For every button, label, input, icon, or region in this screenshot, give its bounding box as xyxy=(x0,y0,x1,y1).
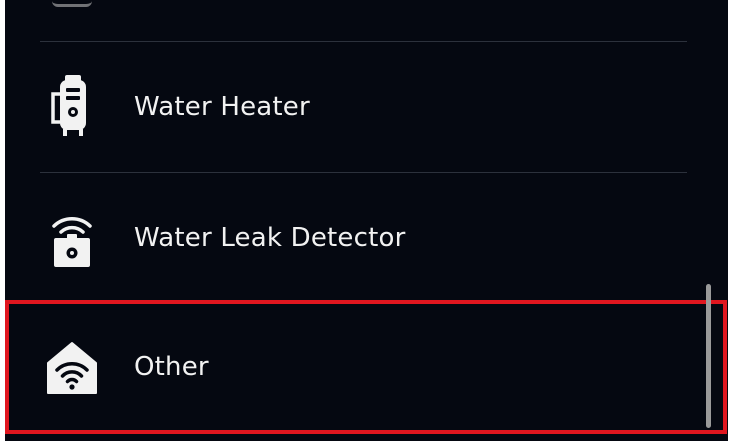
list-item-label: Water Heater xyxy=(134,92,310,122)
water-leak-detector-icon xyxy=(42,203,102,273)
list-item-water-leak-detector[interactable]: Water Leak Detector xyxy=(5,173,705,303)
partial-icon xyxy=(52,0,92,7)
list-item-water-heater[interactable]: Water Heater xyxy=(5,42,705,172)
list-item-label: Other xyxy=(134,352,209,382)
list-item-other[interactable]: Other xyxy=(5,300,727,434)
previous-item-partial xyxy=(5,0,728,8)
water-heater-icon xyxy=(42,72,102,142)
list-item-label: Water Leak Detector xyxy=(134,223,406,253)
device-type-list: Water Heater Water Leak Detector Other xyxy=(5,0,728,441)
scrollbar[interactable] xyxy=(706,284,711,428)
other-device-icon xyxy=(42,332,102,402)
